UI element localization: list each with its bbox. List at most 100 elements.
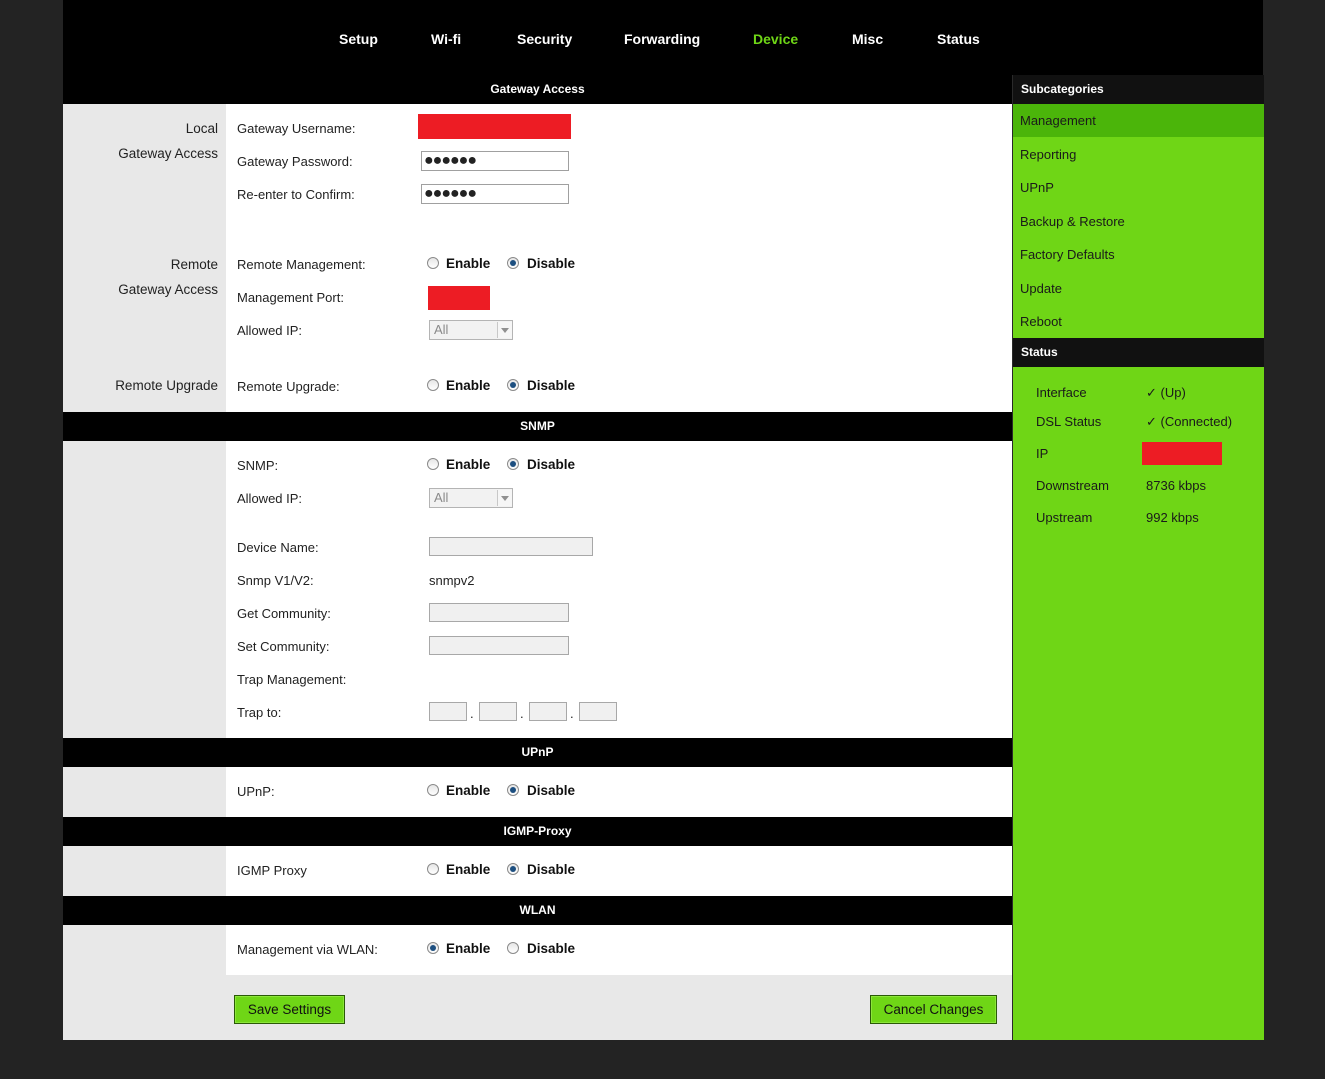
- management-port-field-redacted[interactable]: [428, 286, 490, 310]
- sidebar-item-management[interactable]: Management: [1013, 104, 1264, 137]
- management-port-label: Management Port:: [237, 290, 344, 305]
- local-gateway-access-label: Local Gateway Access: [118, 121, 218, 161]
- remote-upgrade-group-label: Remote Upgrade: [115, 378, 218, 393]
- remote-upgrade-label: Remote Upgrade:: [237, 379, 340, 394]
- device-name-label: Device Name:: [237, 540, 319, 555]
- remote-upgrade-disable-label: Disable: [527, 378, 576, 393]
- snmp-disable-radio[interactable]: [507, 458, 519, 470]
- nav-misc[interactable]: Misc: [852, 31, 883, 47]
- gateway-username-field-redacted[interactable]: [418, 114, 571, 139]
- get-community-field[interactable]: [429, 603, 569, 622]
- nav-wifi[interactable]: Wi-fi: [431, 31, 461, 47]
- get-community-label: Get Community:: [237, 606, 331, 621]
- router-page: Setup Wi-fi Security Forwarding Device M…: [63, 0, 1264, 1040]
- status-header: Status: [1013, 338, 1264, 367]
- snmp-version-value: snmpv2: [429, 573, 475, 588]
- status-ip-value-redacted: [1142, 442, 1222, 465]
- status-interface-value: ✓ (Up): [1146, 385, 1186, 400]
- trap-management-label: Trap Management:: [237, 672, 347, 687]
- trap-ip-octet-3[interactable]: [529, 702, 567, 721]
- upnp-enable-radio[interactable]: [427, 784, 439, 796]
- nav-status[interactable]: Status: [937, 31, 980, 47]
- ip-dot-separator: .: [470, 706, 474, 721]
- trap-to-label: Trap to:: [237, 705, 282, 720]
- wlan-disable-radio[interactable]: [507, 942, 519, 954]
- allowed-ip-select[interactable]: All: [429, 320, 513, 340]
- remote-upgrade-enable-label: Enable: [446, 378, 491, 393]
- cancel-changes-button[interactable]: Cancel Changes: [870, 995, 997, 1024]
- confirm-password-label: Re-enter to Confirm:: [237, 187, 355, 202]
- snmp-allowed-ip-select[interactable]: All: [429, 488, 513, 508]
- remote-management-enable-radio[interactable]: [427, 257, 439, 269]
- upnp-enable-label: Enable: [446, 783, 491, 798]
- wlan-disable-label: Disable: [527, 941, 576, 956]
- status-interface-label: Interface: [1036, 385, 1087, 400]
- section-header-wlan: WLAN: [63, 896, 1012, 925]
- wlan-enable-radio[interactable]: [427, 942, 439, 954]
- remote-upgrade-enable-radio[interactable]: [427, 379, 439, 391]
- snmp-label: SNMP:: [237, 458, 279, 473]
- status-dsl-value: ✓ (Connected): [1146, 414, 1233, 429]
- chevron-down-icon: [497, 490, 512, 506]
- gateway-username-label: Gateway Username:: [237, 121, 356, 136]
- igmp-panel: [226, 846, 1012, 896]
- sidebar-item-update[interactable]: Update: [1013, 272, 1264, 305]
- igmp-disable-radio[interactable]: [507, 863, 519, 875]
- sidebar: Subcategories Management Reporting UPnP …: [1012, 75, 1264, 1040]
- status-ip-label: IP: [1036, 446, 1049, 461]
- ip-dot-separator: .: [570, 706, 574, 721]
- remote-management-disable-radio[interactable]: [507, 257, 519, 269]
- remote-gateway-access-label: Remote Gateway Access: [118, 257, 218, 297]
- nav-device[interactable]: Device: [753, 31, 798, 47]
- ip-dot-separator: .: [520, 706, 524, 721]
- trap-ip-octet-1[interactable]: [429, 702, 467, 721]
- trap-ip-octet-2[interactable]: [479, 702, 517, 721]
- management-via-wlan-label: Management via WLAN:: [237, 942, 378, 957]
- snmp-allowed-ip-label: Allowed IP:: [237, 491, 303, 506]
- remote-management-disable-label: Disable: [527, 256, 576, 271]
- status-dsl-label: DSL Status: [1036, 414, 1102, 429]
- device-name-field[interactable]: [429, 537, 593, 556]
- snmp-panel: [226, 441, 1012, 738]
- sidebar-item-reboot[interactable]: Reboot: [1013, 305, 1264, 338]
- igmp-enable-label: Enable: [446, 862, 491, 877]
- wlan-enable-label: Enable: [446, 941, 491, 956]
- igmp-disable-label: Disable: [527, 862, 576, 877]
- upnp-disable-radio[interactable]: [507, 784, 519, 796]
- top-navigation: Setup Wi-fi Security Forwarding Device M…: [63, 0, 1263, 75]
- set-community-field[interactable]: [429, 636, 569, 655]
- nav-security[interactable]: Security: [517, 31, 572, 47]
- sidebar-item-factory-defaults[interactable]: Factory Defaults: [1013, 238, 1264, 271]
- snmp-enable-label: Enable: [446, 457, 491, 472]
- section-header-upnp: UPnP: [63, 738, 1012, 767]
- section-header-gateway-access: Gateway Access: [63, 75, 1012, 104]
- confirm-password-field[interactable]: ●●●●●●: [421, 184, 569, 204]
- trap-ip-octet-4[interactable]: [579, 702, 617, 721]
- main-content: Gateway Access Local Gateway Access Gatew…: [63, 75, 1012, 1040]
- remote-upgrade-disable-radio[interactable]: [507, 379, 519, 391]
- status-upstream-label: Upstream: [1036, 510, 1093, 525]
- upnp-label: UPnP:: [237, 784, 275, 799]
- upnp-disable-label: Disable: [527, 783, 576, 798]
- sidebar-item-backup-restore[interactable]: Backup & Restore: [1013, 205, 1264, 238]
- remote-management-enable-label: Enable: [446, 256, 491, 271]
- remote-management-label: Remote Management:: [237, 257, 366, 272]
- gateway-password-label: Gateway Password:: [237, 154, 353, 169]
- status-downstream-value: 8736 kbps: [1146, 478, 1206, 493]
- gateway-password-field[interactable]: ●●●●●●: [421, 151, 569, 171]
- subcategories-header: Subcategories: [1013, 75, 1264, 104]
- sidebar-item-reporting[interactable]: Reporting: [1013, 138, 1264, 171]
- section-header-snmp: SNMP: [63, 412, 1012, 441]
- igmp-enable-radio[interactable]: [427, 863, 439, 875]
- snmp-enable-radio[interactable]: [427, 458, 439, 470]
- snmp-disable-label: Disable: [527, 457, 576, 472]
- save-settings-button[interactable]: Save Settings: [234, 995, 345, 1024]
- snmp-version-label: Snmp V1/V2:: [237, 573, 314, 588]
- igmp-proxy-label: IGMP Proxy: [237, 863, 307, 878]
- nav-forwarding[interactable]: Forwarding: [624, 31, 700, 47]
- nav-setup[interactable]: Setup: [339, 31, 378, 47]
- sidebar-item-upnp[interactable]: UPnP: [1013, 171, 1264, 204]
- section-header-igmp-proxy: IGMP-Proxy: [63, 817, 1012, 846]
- status-downstream-label: Downstream: [1036, 478, 1109, 493]
- upnp-panel: [226, 767, 1012, 817]
